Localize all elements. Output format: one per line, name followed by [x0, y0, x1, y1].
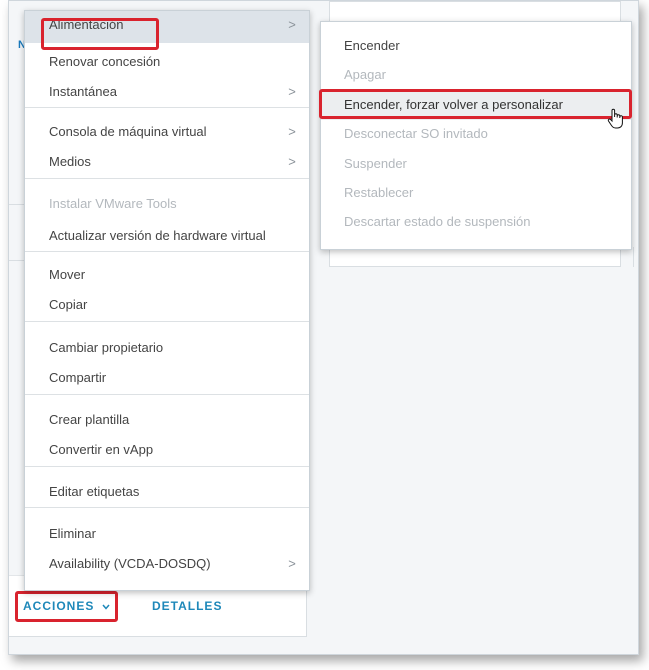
menu-separator [25, 321, 309, 322]
menu-item-instantánea[interactable]: Instantánea > [25, 77, 309, 107]
menu-separator [25, 507, 309, 508]
chevron-right-icon: > [288, 124, 296, 139]
submenu-item-label: Descartar estado de suspensión [344, 214, 531, 229]
chevron-right-icon: > [288, 84, 296, 99]
menu-separator [25, 251, 309, 252]
menu-item-label: Crear plantilla [49, 412, 130, 427]
menu-separator [25, 394, 309, 395]
submenu-item-descartar-estado-de-suspensión: Descartar estado de suspensión [321, 207, 631, 237]
power-item-highlight [41, 18, 159, 50]
menu-item-renovar-concesión[interactable]: Renovar concesión [25, 47, 309, 77]
menu-item-cambiar-propietario[interactable]: Cambiar propietario [25, 333, 309, 363]
force-customize-highlight [319, 89, 632, 119]
power-submenu: Encender Apagar Encender, forzar volver a … [320, 21, 632, 250]
submenu-item-label: Restablecer [344, 185, 414, 200]
chevron-right-icon: > [288, 556, 296, 571]
menu-item-consola-de-máquina-virtual[interactable]: Consola de máquina virtual > [25, 117, 309, 147]
submenu-item-restablecer: Restablecer [321, 178, 631, 208]
actions-highlight [15, 591, 118, 622]
menu-item-label: Compartir [49, 370, 107, 385]
menu-item-copiar[interactable]: Copiar [25, 290, 309, 320]
submenu-item-label: Encender [344, 38, 400, 53]
menu-item-label: Copiar [49, 297, 88, 312]
menu-item-label: Cambiar propietario [49, 340, 164, 355]
menu-item-label: Consola de máquina virtual [49, 124, 207, 139]
menu-item-convertir-en-vapp[interactable]: Convertir en vApp [25, 435, 309, 465]
submenu-item-apagar: Apagar [321, 60, 631, 90]
chevron-right-icon: > [288, 17, 296, 32]
menu-item-label: Medios [49, 154, 91, 169]
menu-item-label: Mover [49, 267, 86, 282]
menu-separator [25, 107, 309, 108]
menu-item-compartir[interactable]: Compartir [25, 363, 309, 393]
menu-item-label: Editar etiquetas [49, 484, 140, 499]
submenu-item-desconectar-so-invitado: Desconectar SO invitado [321, 119, 631, 149]
menu-item-editar-etiquetas[interactable]: Editar etiquetas [25, 477, 309, 507]
menu-item-label: Actualizar versión de hardware virtual [49, 228, 266, 243]
submenu-item-label: Desconectar SO invitado [344, 126, 488, 141]
menu-item-actualizar-versión-de-hardware-virtual[interactable]: Actualizar versión de hardware virtual [25, 221, 309, 251]
submenu-item-label: Suspender [344, 156, 407, 171]
menu-item-label: Instalar VMware Tools [49, 196, 177, 211]
menu-item-availability-vcda-dosdq[interactable]: Availability (VCDA-DOSDQ) > [25, 549, 309, 579]
details-link[interactable]: DETALLES [152, 599, 222, 613]
menu-separator [25, 466, 309, 467]
background-divider [633, 247, 634, 267]
menu-item-label: Renovar concesión [49, 54, 161, 69]
menu-item-instalar-vmware-tools: Instalar VMware Tools [25, 189, 309, 219]
menu-item-mover[interactable]: Mover [25, 260, 309, 290]
actions-menu: Alimentación > Renovar concesión Instantáne… [24, 10, 310, 591]
menu-item-eliminar[interactable]: Eliminar [25, 519, 309, 549]
chevron-right-icon: > [288, 154, 296, 169]
submenu-item-encender[interactable]: Encender [321, 31, 631, 61]
menu-item-label: Instantánea [49, 84, 117, 99]
hand-cursor-icon [607, 108, 623, 129]
menu-item-medios[interactable]: Medios > [25, 147, 309, 177]
menu-item-label: Eliminar [49, 526, 96, 541]
submenu-item-label: Apagar [344, 67, 386, 82]
menu-separator [25, 178, 309, 179]
menu-item-label: Availability (VCDA-DOSDQ) [49, 556, 211, 571]
menu-item-crear-plantilla[interactable]: Crear plantilla [25, 405, 309, 435]
submenu-item-suspender: Suspender [321, 149, 631, 179]
menu-item-label: Convertir en vApp [49, 442, 154, 457]
